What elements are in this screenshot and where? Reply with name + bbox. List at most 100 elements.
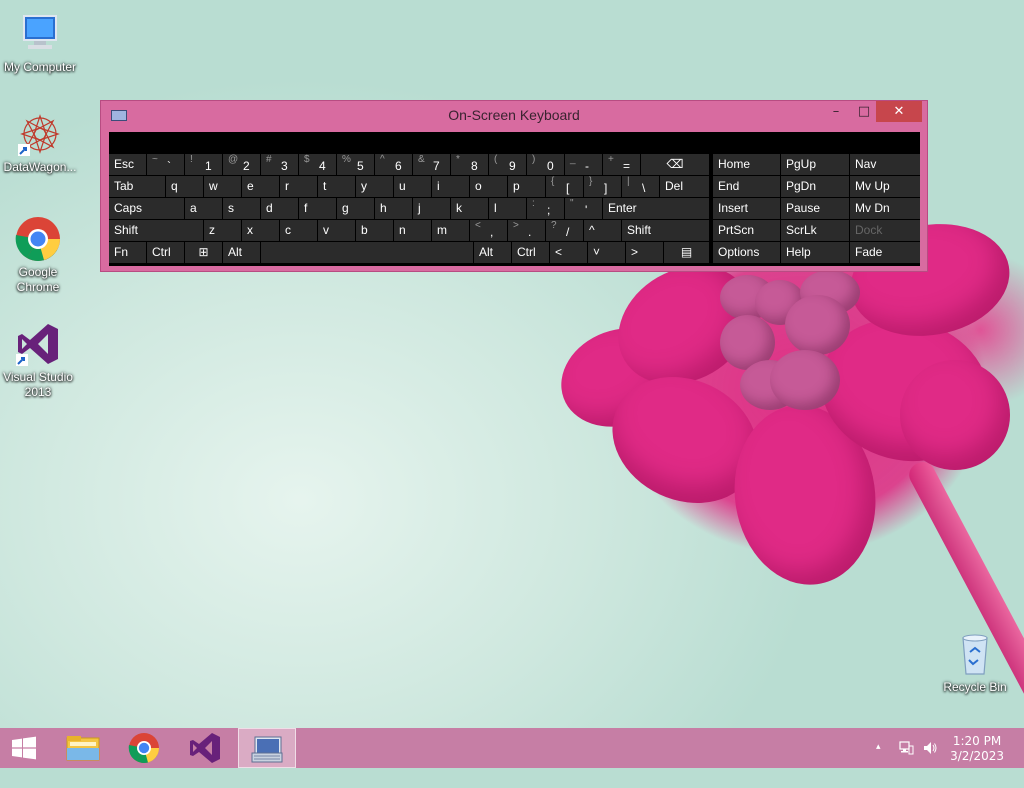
- key-w[interactable]: w: [204, 176, 241, 197]
- taskbar-file-explorer[interactable]: [55, 728, 111, 768]
- taskbar-visual-studio[interactable]: [177, 728, 233, 768]
- key-3[interactable]: #3: [261, 154, 298, 175]
- key-Shift[interactable]: Shift: [622, 220, 709, 241]
- network-icon[interactable]: [898, 740, 914, 756]
- key-n[interactable]: n: [394, 220, 431, 241]
- minimize-button[interactable]: –: [823, 101, 849, 122]
- key-p[interactable]: p: [508, 176, 545, 197]
- key-Alt[interactable]: Alt: [474, 242, 511, 263]
- key-semicolon[interactable]: :;: [527, 198, 564, 219]
- key-8[interactable]: * 8: [451, 154, 488, 175]
- key-quote[interactable]: " ': [565, 198, 602, 219]
- key-lbracket[interactable]: {[: [546, 176, 583, 197]
- key-e[interactable]: e: [242, 176, 279, 197]
- key-b[interactable]: b: [356, 220, 393, 241]
- key-backslash[interactable]: | \: [622, 176, 659, 197]
- key-comma[interactable]: <,: [470, 220, 507, 241]
- taskbar-chrome[interactable]: [116, 728, 172, 768]
- key-r[interactable]: r: [280, 176, 317, 197]
- key-h[interactable]: h: [375, 198, 412, 219]
- key-0[interactable]: ) 0: [527, 154, 564, 175]
- key-prtscn[interactable]: PrtScn: [713, 220, 780, 241]
- show-hidden-icons-button[interactable]: ▴: [876, 741, 881, 752]
- key-mv-dn[interactable]: Mv Dn: [850, 198, 920, 219]
- key-g[interactable]: g: [337, 198, 374, 219]
- desktop-icon-google-chrome[interactable]: Google Chrome: [0, 215, 78, 295]
- key-home[interactable]: Home: [713, 154, 780, 175]
- key-period[interactable]: >.: [508, 220, 545, 241]
- key-Alt[interactable]: Alt: [223, 242, 260, 263]
- key-s[interactable]: s: [223, 198, 260, 219]
- key-5[interactable]: % 5: [337, 154, 374, 175]
- key-u[interactable]: u: [394, 176, 431, 197]
- key-x[interactable]: x: [242, 220, 279, 241]
- taskbar-on-screen-keyboard[interactable]: [238, 728, 296, 768]
- desktop-icon-visual-studio[interactable]: Visual Studio 2013: [0, 320, 78, 400]
- key-c[interactable]: c: [280, 220, 317, 241]
- windows-key-key[interactable]: ⊞: [185, 242, 222, 263]
- key-v[interactable]: v: [318, 220, 355, 241]
- maximize-button[interactable]: □: [851, 101, 877, 122]
- key-Del[interactable]: Del: [660, 176, 709, 197]
- key-6[interactable]: ^ 6: [375, 154, 412, 175]
- key-slash[interactable]: ? /: [546, 220, 583, 241]
- key-k[interactable]: k: [451, 198, 488, 219]
- key-fade[interactable]: Fade: [850, 242, 920, 263]
- key-pgdn[interactable]: PgDn: [781, 176, 849, 197]
- key-mv-up[interactable]: Mv Up: [850, 176, 920, 197]
- menu-key-key[interactable]: ▤: [664, 242, 709, 263]
- key-z[interactable]: z: [204, 220, 241, 241]
- key-insert[interactable]: Insert: [713, 198, 780, 219]
- key-1[interactable]: ! 1: [185, 154, 222, 175]
- key-down[interactable]: ˅: [588, 242, 625, 263]
- key-rbracket[interactable]: }]: [584, 176, 621, 197]
- taskbar-clock[interactable]: 1:20 PM 3/2/2023: [950, 734, 1004, 764]
- start-button[interactable]: [0, 728, 48, 768]
- key-backtick[interactable]: ~ `: [147, 154, 184, 175]
- key-l[interactable]: l: [489, 198, 526, 219]
- key-equals[interactable]: + =: [603, 154, 640, 175]
- key-Tab[interactable]: Tab: [109, 176, 165, 197]
- key-y[interactable]: y: [356, 176, 393, 197]
- key-i[interactable]: i: [432, 176, 469, 197]
- desktop-icon-datawagon[interactable]: DataWagon...: [0, 110, 80, 175]
- key-help[interactable]: Help: [781, 242, 849, 263]
- key-4[interactable]: $4: [299, 154, 336, 175]
- key-m[interactable]: m: [432, 220, 469, 241]
- key-Fn[interactable]: Fn: [109, 242, 146, 263]
- key-nav[interactable]: Nav: [850, 154, 920, 175]
- key-scrlk[interactable]: ScrLk: [781, 220, 849, 241]
- key-9[interactable]: (9: [489, 154, 526, 175]
- key-f[interactable]: f: [299, 198, 336, 219]
- key-options[interactable]: Options: [713, 242, 780, 263]
- key-left[interactable]: <: [550, 242, 587, 263]
- desktop-icon-my-computer[interactable]: My Computer: [0, 10, 80, 75]
- key-Ctrl[interactable]: Ctrl: [512, 242, 549, 263]
- key-end[interactable]: End: [713, 176, 780, 197]
- key-pause[interactable]: Pause: [781, 198, 849, 219]
- key-pgup[interactable]: PgUp: [781, 154, 849, 175]
- key-j[interactable]: j: [413, 198, 450, 219]
- key-7[interactable]: & 7: [413, 154, 450, 175]
- key-Esc[interactable]: Esc: [109, 154, 146, 175]
- key-2[interactable]: @2: [223, 154, 260, 175]
- key-right[interactable]: >: [626, 242, 663, 263]
- volume-icon[interactable]: [922, 740, 938, 756]
- key-o[interactable]: o: [470, 176, 507, 197]
- key-Ctrl[interactable]: Ctrl: [147, 242, 184, 263]
- window-titlebar[interactable]: On-Screen Keyboard – □ ✕: [101, 101, 927, 131]
- key-Caps[interactable]: Caps: [109, 198, 184, 219]
- key-d[interactable]: d: [261, 198, 298, 219]
- key-Shift[interactable]: Shift: [109, 220, 203, 241]
- close-button[interactable]: ✕: [876, 101, 922, 122]
- space-key[interactable]: [261, 242, 473, 263]
- key-a[interactable]: a: [185, 198, 222, 219]
- key--[interactable]: _ -: [565, 154, 602, 175]
- desktop-icon-recycle-bin[interactable]: Recycle Bin: [935, 630, 1015, 695]
- key-Enter[interactable]: Enter: [603, 198, 709, 219]
- key-up[interactable]: ^: [584, 220, 621, 241]
- key-t[interactable]: t: [318, 176, 355, 197]
- key-q[interactable]: q: [166, 176, 203, 197]
- backspace-key[interactable]: ⌫: [641, 154, 709, 175]
- on-screen-keyboard-window[interactable]: On-Screen Keyboard – □ ✕ Esc ~ `! 1 @2 #3 $4% 5…: [100, 100, 928, 272]
